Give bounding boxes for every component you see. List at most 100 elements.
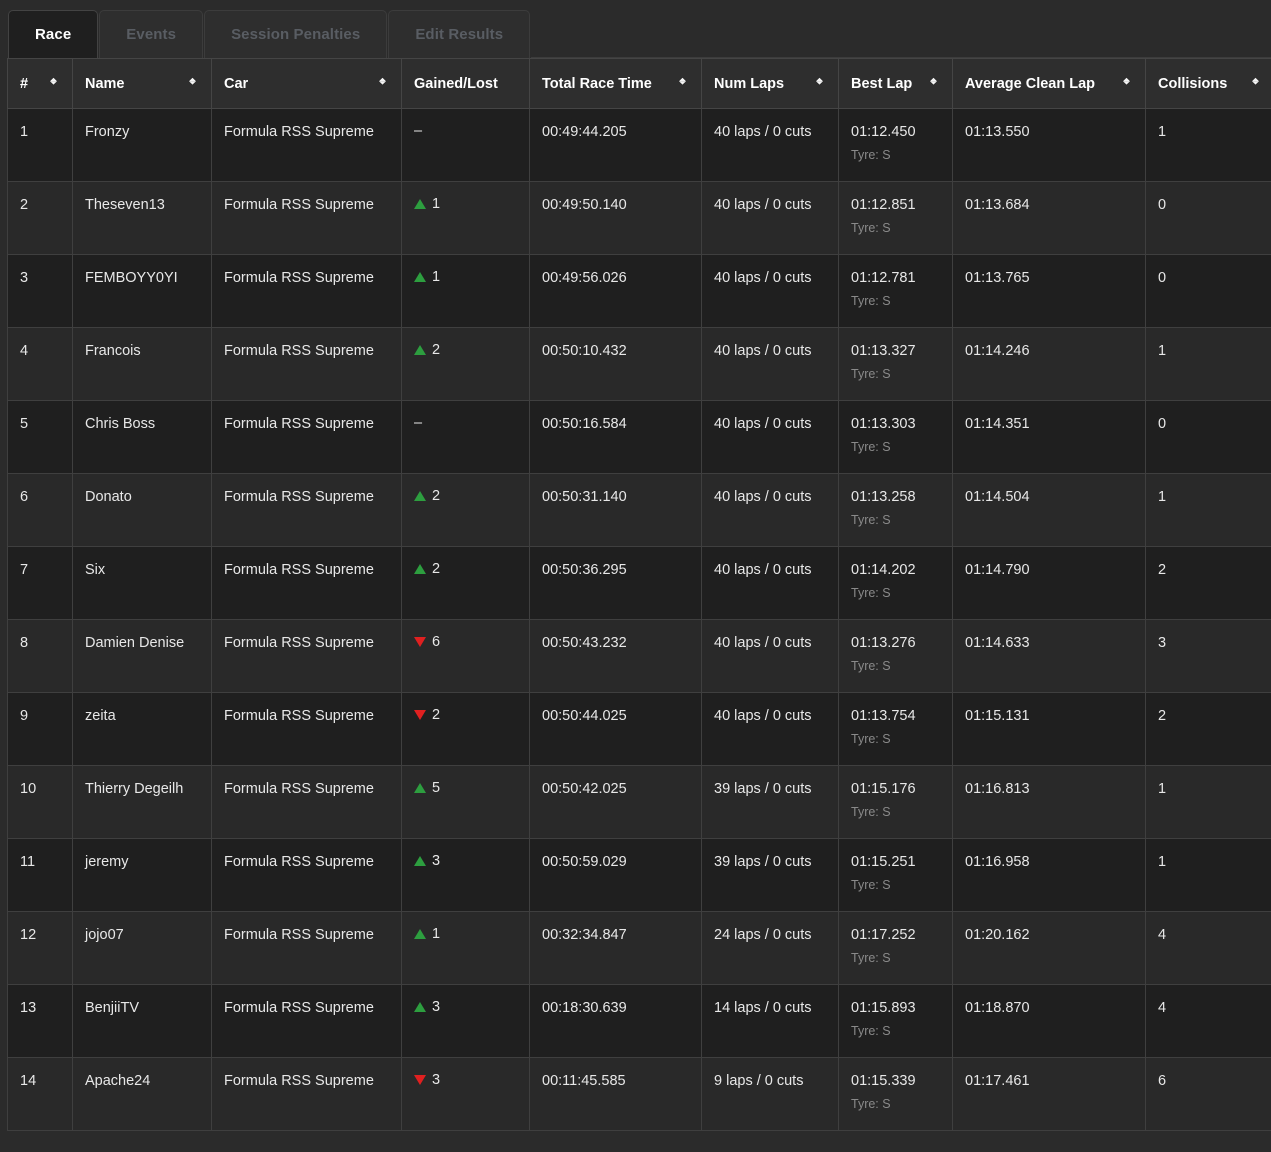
cell-car: Formula RSS Supreme bbox=[211, 984, 402, 1058]
cell-num-laps-value: 40 laps / 0 cuts bbox=[714, 343, 812, 359]
cell-num-laps: 39 laps / 0 cuts bbox=[701, 765, 839, 839]
column-header-label: # bbox=[20, 75, 29, 92]
tab-session-penalties[interactable]: Session Penalties bbox=[204, 10, 388, 58]
cell-driver-name-value: Thierry Degeilh bbox=[85, 781, 184, 797]
cell-car: Formula RSS Supreme bbox=[211, 546, 402, 620]
sort-toggle-icon[interactable] bbox=[1120, 76, 1133, 91]
cell-num-laps-value: 40 laps / 0 cuts bbox=[714, 635, 812, 651]
sort-toggle-icon[interactable] bbox=[676, 76, 689, 91]
cell-collisions: 1 bbox=[1145, 327, 1271, 401]
table-row[interactable]: 11 jeremy Formula RSS Supreme 3 00:50:59.029… bbox=[7, 838, 1271, 912]
cell-collisions-value: 0 bbox=[1158, 416, 1167, 432]
table-row[interactable]: 8 Damien Denise Formula RSS Supreme 6 00:50:… bbox=[7, 619, 1271, 693]
table-row[interactable]: 12 jojo07 Formula RSS Supreme 1 00:32:34.847… bbox=[7, 911, 1271, 985]
table-row[interactable]: 14 Apache24 Formula RSS Supreme 3 00:11:45.5… bbox=[7, 1057, 1271, 1131]
best-lap-time: 01:12.781 bbox=[851, 270, 916, 286]
cell-num-laps: 40 laps / 0 cuts bbox=[701, 692, 839, 766]
sort-toggle-icon[interactable] bbox=[813, 76, 826, 91]
column-header-position[interactable]: # bbox=[7, 58, 73, 109]
table-body: 1 Fronzy Formula RSS Supreme – 00:49:44.205 4… bbox=[7, 108, 1271, 1131]
best-lap-time: 01:13.754 bbox=[851, 708, 916, 724]
sort-toggle-icon[interactable] bbox=[927, 76, 940, 91]
cell-position: 11 bbox=[7, 838, 73, 912]
cell-collisions-value: 1 bbox=[1158, 343, 1167, 359]
triangle-down-icon bbox=[414, 710, 426, 720]
column-header-best-lap[interactable]: Best Lap bbox=[838, 58, 953, 109]
cell-best-lap: 01:12.450 Tyre: S bbox=[838, 108, 953, 182]
cell-position-value: 5 bbox=[20, 416, 29, 432]
best-lap-time: 01:12.450 bbox=[851, 124, 916, 140]
tab-race[interactable]: Race bbox=[8, 10, 99, 58]
table-row[interactable]: 5 Chris Boss Formula RSS Supreme – 00:50:16.… bbox=[7, 400, 1271, 474]
cell-num-laps: 40 laps / 0 cuts bbox=[701, 546, 839, 620]
table-row[interactable]: 3 FEMBOYY0YI Formula RSS Supreme 1 00:49:56.… bbox=[7, 254, 1271, 328]
tab-bar: Race Events Session Penalties Edit Results bbox=[0, 0, 1271, 58]
cell-position-value: 7 bbox=[20, 562, 29, 578]
cell-position-value: 6 bbox=[20, 489, 29, 505]
cell-driver-name-value: zeita bbox=[85, 708, 116, 724]
sort-toggle-icon[interactable] bbox=[47, 76, 60, 91]
tyre-compound-label: Tyre: S bbox=[851, 367, 891, 382]
column-header-name[interactable]: Name bbox=[72, 58, 212, 109]
cell-car: Formula RSS Supreme bbox=[211, 765, 402, 839]
cell-best-lap: 01:12.781 Tyre: S bbox=[838, 254, 953, 328]
column-header-total-race-time[interactable]: Total Race Time bbox=[529, 58, 702, 109]
cell-position-value: 9 bbox=[20, 708, 29, 724]
sort-toggle-icon[interactable] bbox=[186, 76, 199, 91]
cell-position-value: 14 bbox=[20, 1073, 37, 1089]
cell-car-value: Formula RSS Supreme bbox=[224, 781, 374, 797]
cell-driver-name-value: Apache24 bbox=[85, 1073, 151, 1089]
gained-lost-value: 5 bbox=[414, 780, 440, 796]
best-lap-time: 01:14.202 bbox=[851, 562, 916, 578]
column-header-gained-lost[interactable]: Gained/Lost bbox=[401, 58, 530, 109]
cell-average-clean-lap: 01:17.461 bbox=[952, 1057, 1146, 1131]
cell-num-laps-value: 40 laps / 0 cuts bbox=[714, 708, 812, 724]
column-header-label: Best Lap bbox=[851, 75, 913, 92]
race-results-table: # Name Car Gained/Lost Total Race Time Num La… bbox=[7, 58, 1271, 1131]
table-row[interactable]: 7 Six Formula RSS Supreme 2 00:50:36.295 40 l… bbox=[7, 546, 1271, 620]
tab-events[interactable]: Events bbox=[99, 10, 204, 58]
tyre-compound-label: Tyre: S bbox=[851, 294, 891, 309]
cell-car: Formula RSS Supreme bbox=[211, 692, 402, 766]
table-row[interactable]: 4 Francois Formula RSS Supreme 2 00:50:10.43… bbox=[7, 327, 1271, 401]
cell-car: Formula RSS Supreme bbox=[211, 838, 402, 912]
column-header-num-laps[interactable]: Num Laps bbox=[701, 58, 839, 109]
cell-average-clean-lap-value: 01:14.504 bbox=[965, 489, 1030, 505]
cell-driver-name: FEMBOYY0YI bbox=[72, 254, 212, 328]
cell-average-clean-lap: 01:16.813 bbox=[952, 765, 1146, 839]
cell-car-value: Formula RSS Supreme bbox=[224, 635, 374, 651]
cell-total-race-time: 00:50:43.232 bbox=[529, 619, 702, 693]
table-row[interactable]: 1 Fronzy Formula RSS Supreme – 00:49:44.205 4… bbox=[7, 108, 1271, 182]
table-row[interactable]: 2 Theseven13 Formula RSS Supreme 1 00:49:50.… bbox=[7, 181, 1271, 255]
cell-position: 12 bbox=[7, 911, 73, 985]
cell-driver-name-value: Donato bbox=[85, 489, 132, 505]
cell-driver-name: Thierry Degeilh bbox=[72, 765, 212, 839]
cell-driver-name: Apache24 bbox=[72, 1057, 212, 1131]
cell-best-lap: 01:13.276 Tyre: S bbox=[838, 619, 953, 693]
cell-best-lap: 01:15.251 Tyre: S bbox=[838, 838, 953, 912]
cell-collisions-value: 0 bbox=[1158, 197, 1167, 213]
gained-lost-value: 1 bbox=[414, 196, 440, 212]
table-row[interactable]: 6 Donato Formula RSS Supreme 2 00:50:31.140 4… bbox=[7, 473, 1271, 547]
column-header-car[interactable]: Car bbox=[211, 58, 402, 109]
column-header-collisions[interactable]: Collisions bbox=[1145, 58, 1271, 109]
tyre-compound-label: Tyre: S bbox=[851, 1097, 891, 1112]
cell-car: Formula RSS Supreme bbox=[211, 473, 402, 547]
table-row[interactable]: 13 BenjiiTV Formula RSS Supreme 3 00:18:30.6… bbox=[7, 984, 1271, 1058]
tab-edit-results[interactable]: Edit Results bbox=[388, 10, 531, 58]
sort-toggle-icon[interactable] bbox=[376, 76, 389, 91]
column-header-label: Average Clean Lap bbox=[965, 75, 1096, 92]
sort-toggle-icon[interactable] bbox=[1249, 76, 1262, 91]
cell-num-laps-value: 40 laps / 0 cuts bbox=[714, 562, 812, 578]
cell-driver-name-value: FEMBOYY0YI bbox=[85, 270, 178, 286]
gained-lost-value: – bbox=[414, 123, 422, 139]
cell-gained-lost: 3 bbox=[401, 984, 530, 1058]
table-row[interactable]: 10 Thierry Degeilh Formula RSS Supreme 5 00:… bbox=[7, 765, 1271, 839]
column-header-average-clean-lap[interactable]: Average Clean Lap bbox=[952, 58, 1146, 109]
cell-total-race-time-value: 00:50:10.432 bbox=[542, 343, 627, 359]
cell-driver-name-value: Francois bbox=[85, 343, 141, 359]
positions-changed: 1 bbox=[432, 196, 441, 212]
table-row[interactable]: 9 zeita Formula RSS Supreme 2 00:50:44.025 40… bbox=[7, 692, 1271, 766]
tyre-compound-label: Tyre: S bbox=[851, 148, 891, 163]
positions-changed: 3 bbox=[432, 999, 441, 1015]
